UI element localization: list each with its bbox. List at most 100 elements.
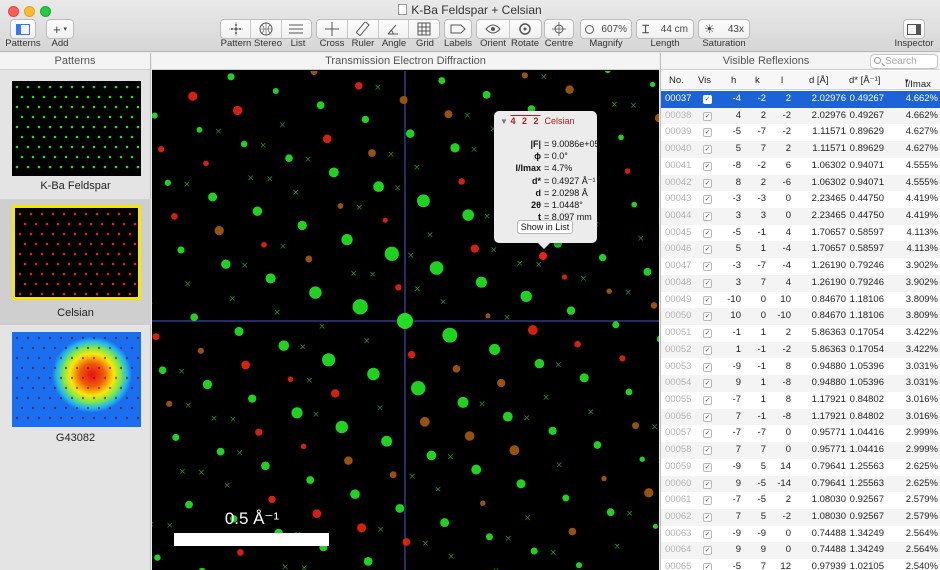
magnify-field[interactable]: 607%: [580, 19, 632, 39]
visible-checkbox[interactable]: ✓: [703, 496, 712, 506]
table-row[interactable]: 00040 ✓ 5 7 2 1.11571 0.89629 4.627%: [661, 141, 940, 158]
visible-checkbox[interactable]: ✓: [703, 429, 712, 439]
cell-d: 0.95771: [811, 444, 846, 456]
centre-crosshair-icon[interactable]: [544, 19, 574, 39]
stereo-view-icon[interactable]: [251, 20, 282, 38]
thumbnail-spot: [92, 396, 96, 400]
table-row[interactable]: 00052 ✓ 1 -1 -2 5.86363 0.17054 3.422%: [661, 341, 940, 359]
col-h[interactable]: h: [731, 75, 736, 86]
col-d[interactable]: d [Å]: [809, 75, 829, 86]
visible-checkbox[interactable]: ✓: [703, 412, 712, 422]
table-row[interactable]: 00065 ✓ -5 7 12 0.97939 1.02105 2.540%: [661, 559, 940, 570]
grid-icon[interactable]: [409, 20, 439, 38]
col-intensity[interactable]: I/Imax ▾: [905, 75, 931, 90]
col-no[interactable]: No.: [669, 75, 684, 86]
table-row[interactable]: 00048 ✓ 3 7 4 1.26190 0.79246 3.902%: [661, 274, 940, 292]
table-row[interactable]: 00044 ✓ 3 3 0 2.23465 0.44750 4.419%: [661, 208, 940, 225]
forbidden-reflection-mark: ×: [312, 410, 320, 420]
visible-checkbox[interactable]: ✓: [703, 379, 712, 389]
table-row[interactable]: 00055 ✓ -7 1 8 1.17921 0.84802 3.016%: [661, 392, 940, 409]
cross-toolbar-label: Cross: [319, 38, 345, 49]
visible-checkbox[interactable]: ✓: [703, 161, 712, 171]
visible-checkbox[interactable]: ✓: [703, 212, 712, 222]
disclosure-triangle-icon[interactable]: ▼: [500, 117, 508, 126]
tools-segmented-control[interactable]: [316, 19, 440, 39]
pattern-item-g43082[interactable]: G43082: [0, 325, 151, 451]
visible-checkbox[interactable]: ✓: [703, 479, 712, 489]
col-vis[interactable]: Vis: [698, 75, 711, 86]
visible-checkbox[interactable]: ✓: [703, 245, 712, 255]
table-row[interactable]: 00039 ✓ -5 -7 -2 1.11571 0.89629 4.627%: [661, 124, 940, 141]
thumbnail-spot: [15, 416, 19, 420]
table-row[interactable]: 00060 ✓ 9 -5 -14 0.79641 1.25563 2.625%: [661, 475, 940, 493]
visible-checkbox[interactable]: ✓: [703, 111, 712, 121]
table-row[interactable]: 00053 ✓ -9 -1 8 0.94880 1.05396 3.031%: [661, 359, 940, 376]
table-row[interactable]: 00038 ✓ 4 2 -2 2.02976 0.49267 4.662%: [661, 107, 940, 125]
table-row[interactable]: 00043 ✓ -3 -3 0 2.23465 0.44750 4.419%: [661, 191, 940, 208]
table-row[interactable]: 00051 ✓ -1 1 2 5.86363 0.17054 3.422%: [661, 325, 940, 342]
visible-checkbox[interactable]: ✓: [703, 529, 712, 539]
rotate-icon[interactable]: [510, 20, 542, 38]
labels-tag-icon[interactable]: [444, 19, 472, 39]
pattern-item-celsian[interactable]: Celsian: [0, 199, 151, 325]
table-row[interactable]: 00058 ✓ 7 7 0 0.95771 1.04416 2.999%: [661, 442, 940, 459]
table-row[interactable]: 00050 ✓ 10 0 -10 0.84670 1.18106 3.809%: [661, 308, 940, 326]
orient-rotate-control[interactable]: [476, 19, 542, 39]
inspector-icon[interactable]: [903, 19, 925, 39]
table-row[interactable]: 00046 ✓ 5 1 -4 1.70657 0.58597 4.113%: [661, 241, 940, 259]
visible-checkbox[interactable]: ✓: [703, 195, 712, 205]
show-in-list-button[interactable]: Show in List: [517, 220, 573, 234]
view-segmented-control[interactable]: [220, 19, 312, 39]
table-row[interactable]: 00059 ✓ -9 5 14 0.79641 1.25563 2.625%: [661, 459, 940, 476]
table-row[interactable]: 00057 ✓ -7 -7 0 0.95771 1.04416 2.999%: [661, 425, 940, 442]
pattern-view-icon[interactable]: [221, 20, 252, 38]
table-row[interactable]: 00062 ✓ 7 5 -2 1.08030 0.92567 2.579%: [661, 509, 940, 526]
table-row[interactable]: 00049 ✓ -10 0 10 0.84670 1.18106 3.809%: [661, 292, 940, 309]
visible-checkbox[interactable]: ✓: [703, 329, 712, 339]
visible-checkbox[interactable]: ✓: [703, 145, 712, 155]
col-k[interactable]: k: [755, 75, 760, 86]
visible-checkbox[interactable]: ✓: [703, 95, 712, 104]
visible-checkbox[interactable]: ✓: [703, 546, 712, 556]
table-row[interactable]: 00042 ✓ 8 2 -6 1.06302 0.94071 4.555%: [661, 174, 940, 192]
table-row[interactable]: 00054 ✓ 9 1 -8 0.94880 1.05396 3.031%: [661, 375, 940, 392]
visible-checkbox[interactable]: ✓: [703, 362, 712, 372]
table-row[interactable]: 00061 ✓ -7 -5 2 1.08030 0.92567 2.579%: [661, 492, 940, 509]
cross-icon[interactable]: [317, 20, 348, 38]
toggle-patterns-button[interactable]: [10, 19, 36, 39]
table-row[interactable]: 00037 ✓ -4 -2 2 2.02976 0.49267 4.662%: [661, 91, 940, 108]
eye-icon[interactable]: [477, 20, 510, 38]
ruler-icon[interactable]: [348, 20, 379, 38]
visible-checkbox[interactable]: ✓: [703, 513, 712, 522]
visible-checkbox[interactable]: ✓: [703, 295, 712, 305]
col-dstar[interactable]: d* [Å⁻¹]: [849, 75, 880, 86]
cell-k: 1: [760, 377, 766, 389]
visible-checkbox[interactable]: ✓: [703, 178, 712, 188]
length-field[interactable]: ⌶ 44 cm: [636, 19, 694, 39]
visible-checkbox[interactable]: ✓: [703, 462, 712, 472]
saturation-field[interactable]: ☀ 43x: [698, 19, 750, 39]
visible-checkbox[interactable]: ✓: [703, 446, 712, 456]
visible-checkbox[interactable]: ✓: [703, 345, 712, 355]
angle-icon[interactable]: [379, 20, 410, 38]
diffraction-header: Transmission Electron Diffraction: [152, 53, 659, 70]
table-row[interactable]: 00063 ✓ -9 -9 0 0.74488 1.34249 2.564%: [661, 526, 940, 543]
table-row[interactable]: 00041 ✓ -8 -2 6 1.06302 0.94071 4.555%: [661, 158, 940, 175]
visible-checkbox[interactable]: ✓: [703, 128, 712, 138]
celsian-reflection-spot: [624, 168, 631, 174]
table-row[interactable]: 00047 ✓ -3 -7 -4 1.26190 0.79246 3.902%: [661, 258, 940, 275]
col-l[interactable]: l: [781, 75, 783, 86]
visible-checkbox[interactable]: ✓: [703, 312, 712, 322]
table-row[interactable]: 00056 ✓ 7 -1 -8 1.17921 0.84802 3.016%: [661, 408, 940, 426]
visible-checkbox[interactable]: ✓: [703, 395, 712, 405]
pattern-item-k-ba-feldspar[interactable]: K-Ba Feldspar: [0, 71, 151, 197]
visible-checkbox[interactable]: ✓: [703, 228, 712, 238]
visible-checkbox[interactable]: ✓: [703, 563, 712, 570]
search-input[interactable]: Search: [870, 54, 938, 69]
table-row[interactable]: 00045 ✓ -5 -1 4 1.70657 0.58597 4.113%: [661, 225, 940, 242]
add-pattern-button[interactable]: + ▾: [46, 19, 74, 39]
table-row[interactable]: 00064 ✓ 9 9 0 0.74488 1.34249 2.564%: [661, 542, 940, 560]
visible-checkbox[interactable]: ✓: [703, 278, 712, 288]
list-view-icon[interactable]: [282, 20, 311, 38]
visible-checkbox[interactable]: ✓: [703, 262, 712, 272]
